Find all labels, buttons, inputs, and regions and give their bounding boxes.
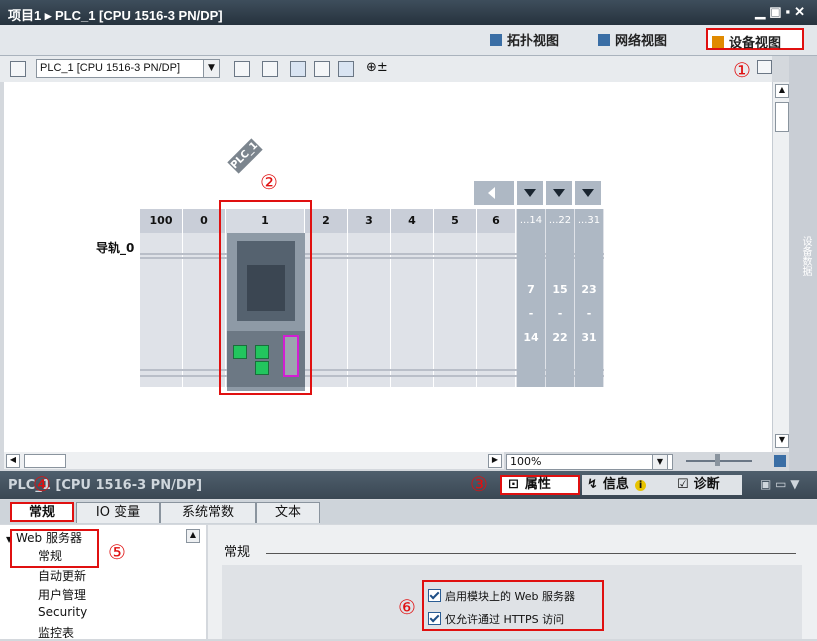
- slot-header-4[interactable]: 4: [391, 209, 434, 233]
- group-head-14[interactable]: ...14: [517, 209, 545, 233]
- properties-icon: ⊡: [508, 477, 519, 492]
- section-divider: [266, 553, 796, 554]
- annotation-5: ⑤: [108, 540, 126, 564]
- topology-icon: [490, 34, 502, 46]
- chevron-down-icon[interactable]: ▼: [203, 59, 220, 78]
- group-start: 7: [527, 283, 535, 296]
- slot-header-6[interactable]: 6: [477, 209, 516, 233]
- window-titlebar: 项目1 ▸ PLC_1 [CPU 1516-3 PN/DP] ▁▣▪✕: [0, 0, 817, 25]
- view-tabbar: 拓扑视图 网络视图 设备视图: [0, 25, 817, 56]
- group-end: 14: [523, 331, 539, 344]
- tab-device-label: 设备视图: [729, 36, 782, 51]
- tree-item-user-management[interactable]: 用户管理: [38, 586, 86, 603]
- group-dash: -: [557, 307, 563, 320]
- group-start: 15: [552, 283, 568, 296]
- tree-scroll-up-icon[interactable]: ▲: [186, 529, 200, 543]
- collapse-left-icon[interactable]: [474, 181, 514, 205]
- side-tab-device-data[interactable]: 设备数据: [795, 236, 811, 276]
- fit-view-icon[interactable]: [774, 455, 786, 467]
- scroll-left-icon[interactable]: ◀: [6, 454, 20, 468]
- tab-diagnostics-label: 诊断: [693, 477, 720, 492]
- slot-group-7-14[interactable]: 7 - 14: [517, 233, 545, 387]
- diagnostics-icon: ☑: [677, 477, 689, 492]
- group-dash: -: [586, 307, 592, 320]
- tree-item-security[interactable]: Security: [38, 605, 87, 619]
- inspector-tabbar: 常规 IO 变量 系统常数 文本: [0, 500, 817, 524]
- zoom-icon[interactable]: ⊕±: [366, 60, 388, 75]
- tab-topology-view[interactable]: 拓扑视图: [490, 30, 559, 50]
- show-labels-icon[interactable]: [290, 61, 306, 77]
- tab-system-constants[interactable]: 系统常数: [160, 502, 256, 523]
- annotation-1: ①: [733, 58, 751, 82]
- panel-toggle-icon[interactable]: [757, 60, 772, 74]
- vertical-scrollbar[interactable]: ▲ ▼: [772, 82, 790, 452]
- tab-network-label: 网络视图: [615, 34, 668, 49]
- zoom-slider-handle[interactable]: [715, 454, 720, 466]
- zoom-dropdown-icon[interactable]: ▼: [652, 454, 668, 470]
- tab-diagnostics[interactable]: ☑ 诊断: [672, 475, 742, 495]
- device-tool-icon[interactable]: [10, 61, 26, 77]
- scroll-down-icon[interactable]: ▼: [775, 434, 789, 448]
- tab-properties[interactable]: ⊡ 属性: [500, 475, 580, 495]
- overview-icon[interactable]: [338, 61, 354, 77]
- device-select[interactable]: PLC_1 [CPU 1516-3 PN/DP]: [36, 59, 205, 78]
- window-controls[interactable]: ▁▣▪✕: [755, 4, 809, 20]
- scroll-right-icon[interactable]: ▶: [488, 454, 502, 468]
- window-title: 项目1 ▸ PLC_1 [CPU 1516-3 PN/DP]: [8, 8, 223, 23]
- zoom-select[interactable]: 100%: [506, 454, 673, 470]
- slot-header-3[interactable]: 3: [348, 209, 391, 233]
- group-end: 31: [581, 331, 597, 344]
- tab-info-label: 信息: [602, 477, 629, 492]
- info-link-icon: ↯: [587, 477, 598, 492]
- expand-group-icon-1[interactable]: [517, 181, 543, 205]
- slot-group-15-22[interactable]: 15 - 22: [546, 233, 574, 387]
- highlight-cpu: [219, 200, 312, 395]
- expand-group-icon-3[interactable]: [575, 181, 601, 205]
- name-tag-icon[interactable]: [262, 61, 278, 77]
- expand-group-icon-2[interactable]: [546, 181, 572, 205]
- module-icon[interactable]: [234, 61, 250, 77]
- tab-io-tags[interactable]: IO 变量: [76, 502, 160, 523]
- network-icon: [598, 34, 610, 46]
- annotation-2: ②: [260, 170, 278, 194]
- rail-label: 导轨_0: [96, 241, 135, 255]
- highlight-tree: [10, 529, 99, 568]
- grid-icon[interactable]: [314, 61, 330, 77]
- slot-header-100[interactable]: 100: [140, 209, 183, 233]
- rack: 100 0 1 2 3 4 5 6 ...14 ...22 ...31 7 - …: [140, 209, 604, 387]
- group-head-22[interactable]: ...22: [546, 209, 574, 233]
- group-dash: -: [528, 307, 534, 320]
- annotation-4: ④: [33, 472, 51, 496]
- group-head-31[interactable]: ...31: [575, 209, 603, 233]
- tab-topology-label: 拓扑视图: [507, 34, 560, 49]
- panel-window-icons[interactable]: ▣ ▭ ▼: [760, 477, 800, 491]
- tab-network-view[interactable]: 网络视图: [598, 30, 667, 50]
- device-view-icon: [712, 36, 724, 48]
- section-title: 常规: [224, 545, 251, 560]
- slot-group-23-31[interactable]: 23 - 31: [575, 233, 603, 387]
- scroll-up-icon[interactable]: ▲: [775, 84, 789, 98]
- group-end: 22: [552, 331, 568, 344]
- tab-texts[interactable]: 文本: [256, 502, 320, 523]
- hscroll-thumb[interactable]: [24, 454, 66, 468]
- slot-header-5[interactable]: 5: [434, 209, 477, 233]
- info-icon: i: [634, 480, 647, 491]
- horizontal-scrollbar[interactable]: ◀ ▶: [4, 452, 504, 469]
- annotation-6: ⑥: [398, 595, 416, 619]
- annotation-3: ③: [470, 472, 488, 496]
- tree-item-auto-update[interactable]: 自动更新: [38, 567, 86, 584]
- side-panel: 设备数据: [789, 56, 817, 471]
- tab-general[interactable]: 常规: [10, 502, 74, 522]
- tab-device-view[interactable]: 设备视图: [706, 28, 804, 51]
- scroll-thumb[interactable]: [775, 102, 789, 132]
- inspector-header: PLC_1 [CPU 1516-3 PN/DP] ⊡ 属性 ↯ 信息 i ☑ 诊断 ▣ …: [0, 471, 817, 499]
- device-toolbar: PLC_1 [CPU 1516-3 PN/DP] ▼ ⊕±: [0, 56, 772, 82]
- tree-item-watch-tables[interactable]: 监控表: [38, 624, 74, 641]
- tab-info[interactable]: ↯ 信息 i: [582, 475, 672, 495]
- tab-properties-label: 属性: [524, 477, 551, 492]
- group-start: 23: [581, 283, 597, 296]
- highlight-options: [422, 580, 604, 631]
